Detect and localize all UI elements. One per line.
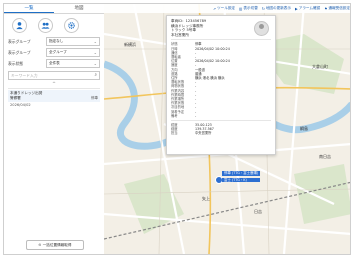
bulk-location-button[interactable]: ⊙ 一括位置情報取得 xyxy=(26,240,84,250)
info-value: 中央営業所 xyxy=(195,131,212,136)
marker-labels: 停車 (TTG・富士鹿場) 富士 (TTG・K) xyxy=(222,171,261,183)
filter-row-1: 表示グループ 指定なし ⌄ xyxy=(4,36,104,47)
tool-settings-button[interactable] xyxy=(60,18,82,34)
filter-select-2[interactable]: 全グループ ⌄ xyxy=(46,48,100,57)
layers-icon: ▥ xyxy=(239,6,243,11)
list-item-date: 2026/04/02 xyxy=(10,103,31,107)
toolbar-label: アラーム確認 xyxy=(298,6,321,10)
status-badge: 停車 xyxy=(90,96,98,100)
filter-label: 表示グループ xyxy=(8,38,31,44)
map-view[interactable]: ↗ ツール設定 ▥ 表示切替 ↻ 地図の更新表示 ▶ アラーム確認 ⚑ 通報受信設定 大倉… xyxy=(104,4,350,254)
toolbar-label: 表示切替 xyxy=(243,6,258,10)
gear-icon xyxy=(63,18,79,33)
people-icon xyxy=(37,18,53,33)
search-placeholder: キーワード入力 xyxy=(11,73,38,78)
toolbar-alarm-button[interactable]: ▶ アラーム確認 xyxy=(295,6,320,11)
info-row: 備考 - xyxy=(171,114,271,118)
filter-select-1[interactable]: 指定なし ⌄ xyxy=(46,37,100,46)
map-label: 新横浜 xyxy=(124,42,136,47)
filter-label: 表示状態 xyxy=(8,60,24,66)
bulk-location-label: 一括位置情報取得 xyxy=(42,243,72,247)
filter-row-2: 表示グループ 全グループ ⌄ xyxy=(4,47,104,58)
location-icon: ⊙ xyxy=(38,243,42,247)
sidebar-tabs: 一覧 地図 xyxy=(4,4,104,14)
divider xyxy=(171,120,271,122)
toolbar-tools-button[interactable]: ↗ ツール設定 xyxy=(213,6,235,11)
filter-value: 全件表 xyxy=(49,61,60,65)
notify-icon: ⚑ xyxy=(324,6,328,11)
info-value: - xyxy=(195,113,197,118)
toolbar-label: 地図の更新表示 xyxy=(265,6,291,10)
info-row: 担当 中央営業所 xyxy=(171,131,271,135)
avatar xyxy=(254,21,269,36)
map-label: 矢上 xyxy=(202,196,210,201)
filter-select-3[interactable]: 全件表 ⌄ xyxy=(46,59,100,68)
chevron-down-icon: ⌄ xyxy=(93,39,97,44)
tab-map[interactable]: 地図 xyxy=(54,4,104,13)
chevron-down-icon: ⌄ xyxy=(93,50,97,55)
list-item-name: 警察署 xyxy=(10,96,21,100)
tool-person-button[interactable] xyxy=(8,18,30,34)
popup-footer: 緯度 35.00.123 経度 139.37.567 担当 中央営業所 xyxy=(171,123,271,136)
tool-people-button[interactable] xyxy=(34,18,56,34)
map-label: 綱島 xyxy=(300,126,308,131)
filter-row-3: 表示状態 全件表 ⌄ xyxy=(4,58,104,69)
info-key: 備考 xyxy=(171,113,178,118)
toolbar-label: ツール設定 xyxy=(217,6,236,10)
map-label: 南日吉 xyxy=(319,154,331,159)
search-input[interactable]: キーワード入力 ⌕ xyxy=(8,71,100,80)
chevron-down-icon: ⌄ xyxy=(93,61,97,66)
map-label: 大倉山町 xyxy=(312,64,328,69)
marker-label[interactable]: 停車 (TTG・富士鹿場) xyxy=(222,171,261,176)
alarm-icon: ▶ xyxy=(294,6,298,11)
tool-row xyxy=(4,14,104,36)
toolbar-refresh-button[interactable]: ↻ 地図の更新表示 xyxy=(262,6,291,11)
info-key: 担当 xyxy=(171,131,178,136)
marker-label[interactable]: 富士 (TTG・K) xyxy=(222,177,261,183)
person-icon xyxy=(11,18,27,33)
popup-rows: 状態 停車 日時 2026/04/02 10:00:24 通信 - 運転者 - 位置 2026/0… xyxy=(171,42,271,118)
search-icon[interactable]: ⌕ xyxy=(94,72,97,79)
collapse-toggle[interactable]: ^ xyxy=(8,82,100,89)
toolbar-toggle-button[interactable]: ▥ 表示切替 xyxy=(239,6,258,11)
filter-value: 全グループ xyxy=(49,50,67,54)
sidebar: 一覧 地図 表示グループ 指定なし ⌄ 表示グループ 全グループ ⌄ 表示状態 … xyxy=(4,4,105,254)
app-window: 一覧 地図 表示グループ 指定なし ⌄ 表示グループ 全グループ ⌄ 表示状態 … xyxy=(3,3,351,255)
toolbar-label: 通報受信設定 xyxy=(328,6,350,10)
filter-value: 指定なし xyxy=(49,39,64,43)
vehicle-info-popup: 車両ID：123456789 横浜ドレッジ事務所 トラック 5号車 本社営業所 … xyxy=(166,15,276,155)
divider xyxy=(171,39,271,41)
map-label: 日吉 xyxy=(254,209,262,214)
refresh-icon: ↻ xyxy=(261,6,265,11)
toolbar-notify-button[interactable]: ⚑ 通報受信設定 xyxy=(324,6,350,11)
tab-list[interactable]: 一覧 xyxy=(4,4,54,13)
filter-label: 表示グループ xyxy=(8,49,31,55)
map-toolbar: ↗ ツール設定 ▥ 表示切替 ↻ 地図の更新表示 ▶ アラーム確認 ⚑ 通報受信設定 xyxy=(104,4,350,13)
tools-icon: ↗ xyxy=(213,6,217,11)
list-item[interactable]: 本通りドレッジ出発 警察署 停車 xyxy=(8,90,100,102)
